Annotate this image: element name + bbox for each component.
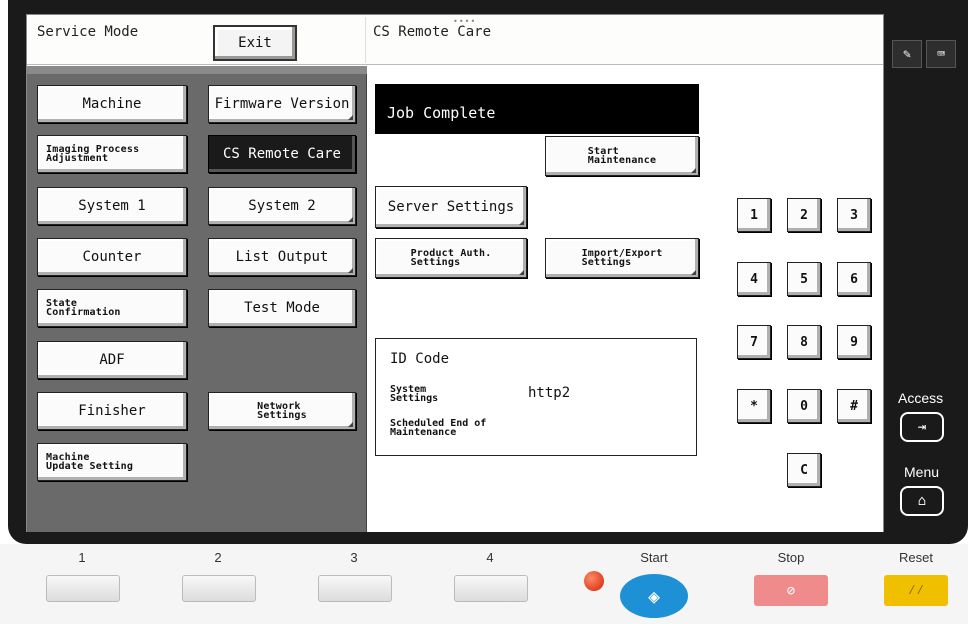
menu-state-confirmation-label: State Confirmation <box>46 297 121 318</box>
header-divider <box>365 17 366 63</box>
stop-label: Stop <box>777 550 805 565</box>
keypad-4-button[interactable]: 4 <box>737 262 771 296</box>
keypad-6-button[interactable]: 6 <box>837 262 871 296</box>
submenu-corner-icon <box>519 220 524 225</box>
menu-firmware-version-label: Firmware Version <box>214 96 350 112</box>
keypad-5-button[interactable]: 5 <box>787 262 821 296</box>
menu-imaging-process-button[interactable]: Imaging Process Adjustment <box>37 135 187 173</box>
drag-handle-icon: •••• <box>453 17 477 26</box>
menu-machine-update-label: Machine Update Setting <box>46 451 134 472</box>
status-display: Job Complete <box>375 84 699 134</box>
id-code-panel: ID Code System Settings http2 Scheduled … <box>375 338 697 456</box>
keypad-2-button[interactable]: 2 <box>787 198 821 232</box>
menu-machine-update-button[interactable]: Machine Update Setting <box>37 443 187 481</box>
menu-system2-button[interactable]: System 2 <box>208 187 356 225</box>
product-auth-settings-button[interactable]: Product Auth. Settings <box>375 238 527 278</box>
screen-title: CS Remote Care <box>373 24 492 40</box>
home-icon[interactable]: ⌂ <box>900 486 944 516</box>
stop-button[interactable]: ⊘ <box>754 575 828 606</box>
reset-button[interactable]: ⁄⁄ <box>884 575 948 606</box>
menu-imaging-process-label: Imaging Process Adjustment <box>46 143 140 164</box>
keypad-icon[interactable]: ⌨ <box>926 40 956 68</box>
hw-key-4-button[interactable] <box>454 575 528 602</box>
menu-adf-button[interactable]: ADF <box>37 341 187 379</box>
access-label: Access <box>898 390 944 406</box>
submenu-corner-icon <box>348 115 353 120</box>
system-settings-value: http2 <box>528 385 571 401</box>
stop-icon: ⊘ <box>786 582 796 599</box>
menu-firmware-version-button[interactable]: Firmware Version <box>208 85 356 123</box>
menu-list-output-label: List Output <box>235 249 329 265</box>
hardware-panel: 1 2 3 4 Start ◈ Stop ⊘ Reset ⁄⁄ <box>0 544 968 624</box>
status-led-icon <box>584 571 604 591</box>
reset-label: Reset <box>899 550 933 565</box>
menu-state-confirmation-button[interactable]: State Confirmation <box>37 289 187 327</box>
id-code-label: ID Code <box>390 351 450 367</box>
import-export-settings-button[interactable]: Import/Export Settings <box>545 238 699 278</box>
menu-panel-stripe <box>27 66 367 74</box>
remote-care-pane: Job Complete Start Maintenance Server Se… <box>367 66 883 532</box>
product-auth-settings-label: Product Auth. Settings <box>410 247 492 268</box>
device-frame: Service Mode Exit CS Remote Care •••• Ma… <box>8 0 968 544</box>
keypad-3-button[interactable]: 3 <box>837 198 871 232</box>
menu-label: Menu <box>904 464 940 480</box>
submenu-corner-icon <box>691 168 696 173</box>
keypad-star-button[interactable]: * <box>737 389 771 423</box>
hw-key-1-button[interactable] <box>46 575 120 602</box>
menu-network-settings-label: Network Settings <box>257 400 307 421</box>
start-maintenance-label: Start Maintenance <box>587 145 657 166</box>
menu-finisher-button[interactable]: Finisher <box>37 392 187 430</box>
import-export-settings-label: Import/Export Settings <box>581 247 663 268</box>
keypad-hash-button[interactable]: # <box>837 389 871 423</box>
keypad-clear-button[interactable]: C <box>787 453 821 487</box>
hw-key-4-label: 4 <box>486 550 494 565</box>
keypad-7-button[interactable]: 7 <box>737 325 771 359</box>
hw-key-1-label: 1 <box>78 550 86 565</box>
submenu-corner-icon <box>348 422 353 427</box>
pencil-icon[interactable]: ✎ <box>892 40 922 68</box>
side-panel: ✎ ⌨ Access ⇥ Menu ⌂ <box>892 40 956 520</box>
menu-network-settings-button[interactable]: Network Settings <box>208 392 356 430</box>
server-settings-button[interactable]: Server Settings <box>375 186 527 228</box>
hw-key-3-button[interactable] <box>318 575 392 602</box>
start-label: Start <box>640 550 668 565</box>
hw-key-2-label: 2 <box>214 550 222 565</box>
submenu-corner-icon <box>348 268 353 273</box>
menu-test-mode-button[interactable]: Test Mode <box>208 289 356 327</box>
reset-icon: ⁄⁄ <box>907 582 925 598</box>
submenu-corner-icon <box>348 217 353 222</box>
system-settings-label: System Settings <box>390 384 439 404</box>
access-icon[interactable]: ⇥ <box>900 412 944 442</box>
server-settings-label: Server Settings <box>387 199 515 215</box>
touch-screen: Service Mode Exit CS Remote Care •••• Ma… <box>26 14 884 532</box>
keypad-1-button[interactable]: 1 <box>737 198 771 232</box>
start-button[interactable]: ◈ <box>620 574 688 618</box>
menu-system2-label: System 2 <box>248 198 316 214</box>
scheduled-end-label: Scheduled End of Maintenance <box>390 418 487 438</box>
keypad-8-button[interactable]: 8 <box>787 325 821 359</box>
start-icon: ◈ <box>647 584 661 608</box>
hw-key-3-label: 3 <box>350 550 358 565</box>
hw-key-2-button[interactable] <box>182 575 256 602</box>
menu-cs-remote-care-button[interactable]: CS Remote Care <box>208 135 356 173</box>
start-maintenance-button[interactable]: Start Maintenance <box>545 136 699 176</box>
submenu-corner-icon <box>691 270 696 275</box>
keypad-0-button[interactable]: 0 <box>787 389 821 423</box>
menu-system1-button[interactable]: System 1 <box>37 187 187 225</box>
submenu-corner-icon <box>519 270 524 275</box>
menu-counter-button[interactable]: Counter <box>37 238 187 276</box>
page-title: Service Mode <box>37 24 139 40</box>
keypad-9-button[interactable]: 9 <box>837 325 871 359</box>
exit-button[interactable]: Exit <box>213 25 297 61</box>
header-bar: Service Mode Exit CS Remote Care •••• <box>27 15 883 65</box>
menu-machine-button[interactable]: Machine <box>37 85 187 123</box>
menu-list-output-button[interactable]: List Output <box>208 238 356 276</box>
